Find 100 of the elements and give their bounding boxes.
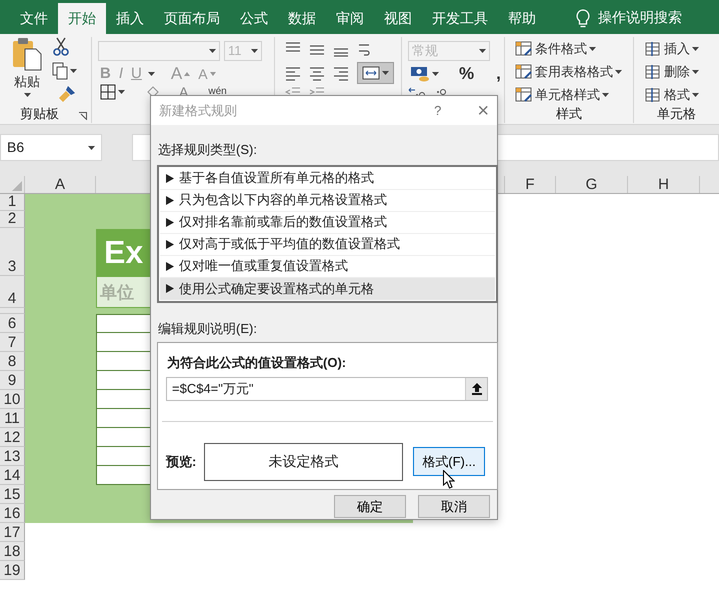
rule-type-item[interactable]: 基于各自值设置所有单元格的格式 xyxy=(160,168,495,190)
cancel-button[interactable]: 取消 xyxy=(418,495,490,518)
row-header[interactable]: 11 xyxy=(0,409,25,428)
cells-menu-button[interactable]: 插入 xyxy=(642,37,719,60)
caret-icon[interactable] xyxy=(24,92,30,96)
section-label: 编辑规则说明(E): xyxy=(158,320,258,338)
ribbon-tab[interactable]: 帮助 xyxy=(498,3,546,34)
help-button[interactable]: ? xyxy=(434,100,442,120)
paste-button[interactable]: 粘贴 xyxy=(10,37,44,103)
caret-icon[interactable] xyxy=(692,70,699,74)
ok-button[interactable]: 确定 xyxy=(334,495,406,518)
row-header[interactable]: 8 xyxy=(0,352,25,371)
cells-menu-button[interactable]: 格式 xyxy=(642,83,719,106)
column-header[interactable]: G xyxy=(556,176,628,193)
table-style-icon xyxy=(515,40,533,56)
group-label: 剪贴板 xyxy=(19,104,60,122)
align-right-icon[interactable] xyxy=(333,65,349,81)
cells-menu-button[interactable]: 删除 xyxy=(642,60,719,83)
paintbrush-icon[interactable] xyxy=(58,85,76,103)
align-center-icon[interactable] xyxy=(309,65,325,81)
row-header[interactable]: 17 xyxy=(0,523,25,542)
caret-icon[interactable] xyxy=(88,146,95,150)
collapse-button[interactable] xyxy=(465,378,487,400)
triangle-icon xyxy=(166,196,174,204)
scissors-icon[interactable] xyxy=(52,37,70,57)
ribbon-tab[interactable]: 页面布局 xyxy=(154,3,230,34)
upload-arrow-icon xyxy=(472,382,482,394)
row-header[interactable]: 13 xyxy=(0,447,25,466)
row-header[interactable]: 4 xyxy=(0,276,25,308)
caret-icon[interactable] xyxy=(118,90,125,94)
formula-field[interactable]: =$C$4="万元" xyxy=(166,376,488,400)
caret-icon[interactable] xyxy=(148,72,155,76)
triangle-icon xyxy=(166,262,174,270)
ribbon-tab[interactable]: 审阅 xyxy=(326,3,374,34)
ribbon-tab[interactable]: 文件 xyxy=(10,3,58,34)
caret-icon[interactable] xyxy=(70,69,77,73)
money-icon xyxy=(410,65,430,83)
ribbon-tab[interactable]: 数据 xyxy=(278,3,326,34)
group-label: 单元格 xyxy=(656,104,697,122)
caret-icon[interactable] xyxy=(692,92,699,96)
rule-type-item[interactable]: 只为包含以下内容的单元格设置格式 xyxy=(160,190,495,212)
preview-box: 未设定格式 xyxy=(204,442,403,480)
name-box[interactable]: B6 xyxy=(0,134,102,161)
group-label: 样式 xyxy=(555,104,583,122)
column-header[interactable]: A xyxy=(25,176,96,193)
column-header[interactable]: H xyxy=(628,176,700,193)
close-button[interactable]: × xyxy=(477,96,489,126)
row-header[interactable]: 2 xyxy=(0,211,25,228)
copy-icon xyxy=(52,62,68,80)
copy-button[interactable] xyxy=(52,60,79,82)
table-rows-icon xyxy=(644,40,662,56)
down-triangle-icon xyxy=(210,72,216,76)
triangle-icon xyxy=(166,174,174,182)
lightbulb-icon xyxy=(576,8,590,28)
ribbon-tab[interactable]: 插入 xyxy=(106,3,154,34)
dialog-launcher-icon[interactable] xyxy=(79,112,87,120)
search-label[interactable]: 操作说明搜索 xyxy=(598,3,682,34)
caret-icon[interactable] xyxy=(432,72,439,76)
style-menu-button[interactable]: 套用表格格式 xyxy=(513,60,633,83)
row-header[interactable]: 16 xyxy=(0,504,25,523)
ribbon-tab[interactable]: 视图 xyxy=(374,3,422,34)
row-header[interactable]: 19 xyxy=(0,561,25,580)
row-header[interactable]: 10 xyxy=(0,390,25,409)
triangle-icon xyxy=(166,218,174,226)
row-header[interactable]: 3 xyxy=(0,228,25,276)
format-button[interactable]: 格式(F)... xyxy=(413,447,485,476)
formula-label: 为符合此公式的值设置格式(O): xyxy=(167,354,348,372)
up-triangle-icon xyxy=(184,72,190,76)
ribbon-tab[interactable]: 开发工具 xyxy=(422,3,498,34)
ribbon-tab[interactable]: 公式 xyxy=(230,3,278,34)
grid-icon xyxy=(100,84,116,100)
caret-icon[interactable] xyxy=(602,92,609,96)
triangle-icon xyxy=(166,240,174,248)
caret-icon[interactable] xyxy=(589,46,596,50)
caret-icon[interactable] xyxy=(382,71,389,75)
row-header[interactable]: 18 xyxy=(0,542,25,561)
table-rows-icon xyxy=(644,64,662,80)
row-header[interactable]: 15 xyxy=(0,485,25,504)
merge-button[interactable] xyxy=(357,62,394,84)
align-left-icon[interactable] xyxy=(285,65,301,81)
caret-icon[interactable] xyxy=(615,70,622,74)
rule-type-item[interactable]: 仅对排名靠前或靠后的数值设置格式 xyxy=(160,212,495,234)
row-header[interactable]: 6 xyxy=(0,314,25,333)
row-header[interactable]: 9 xyxy=(0,371,25,390)
row-header[interactable]: 7 xyxy=(0,333,25,352)
column-header[interactable]: F xyxy=(505,176,556,193)
table-style-icon xyxy=(515,86,533,102)
row-header[interactable]: 14 xyxy=(0,466,25,485)
ribbon-tab[interactable]: 开始 xyxy=(58,3,106,34)
row-header[interactable]: 12 xyxy=(0,428,25,447)
triangle-icon xyxy=(166,284,174,293)
preview-label: 预览: xyxy=(166,452,198,471)
style-menu-button[interactable]: 条件格式 xyxy=(513,37,633,60)
caret-icon[interactable] xyxy=(692,46,699,50)
rule-type-item[interactable]: 仅对高于或低于平均值的数值设置格式 xyxy=(160,234,495,256)
rule-type-item[interactable]: 使用公式确定要设置格式的单元格 xyxy=(160,278,495,300)
row-header[interactable]: 1 xyxy=(0,194,25,211)
clipboard-icon xyxy=(12,37,42,71)
style-menu-button[interactable]: 单元格样式 xyxy=(513,83,633,106)
table-rows-icon xyxy=(644,86,662,102)
